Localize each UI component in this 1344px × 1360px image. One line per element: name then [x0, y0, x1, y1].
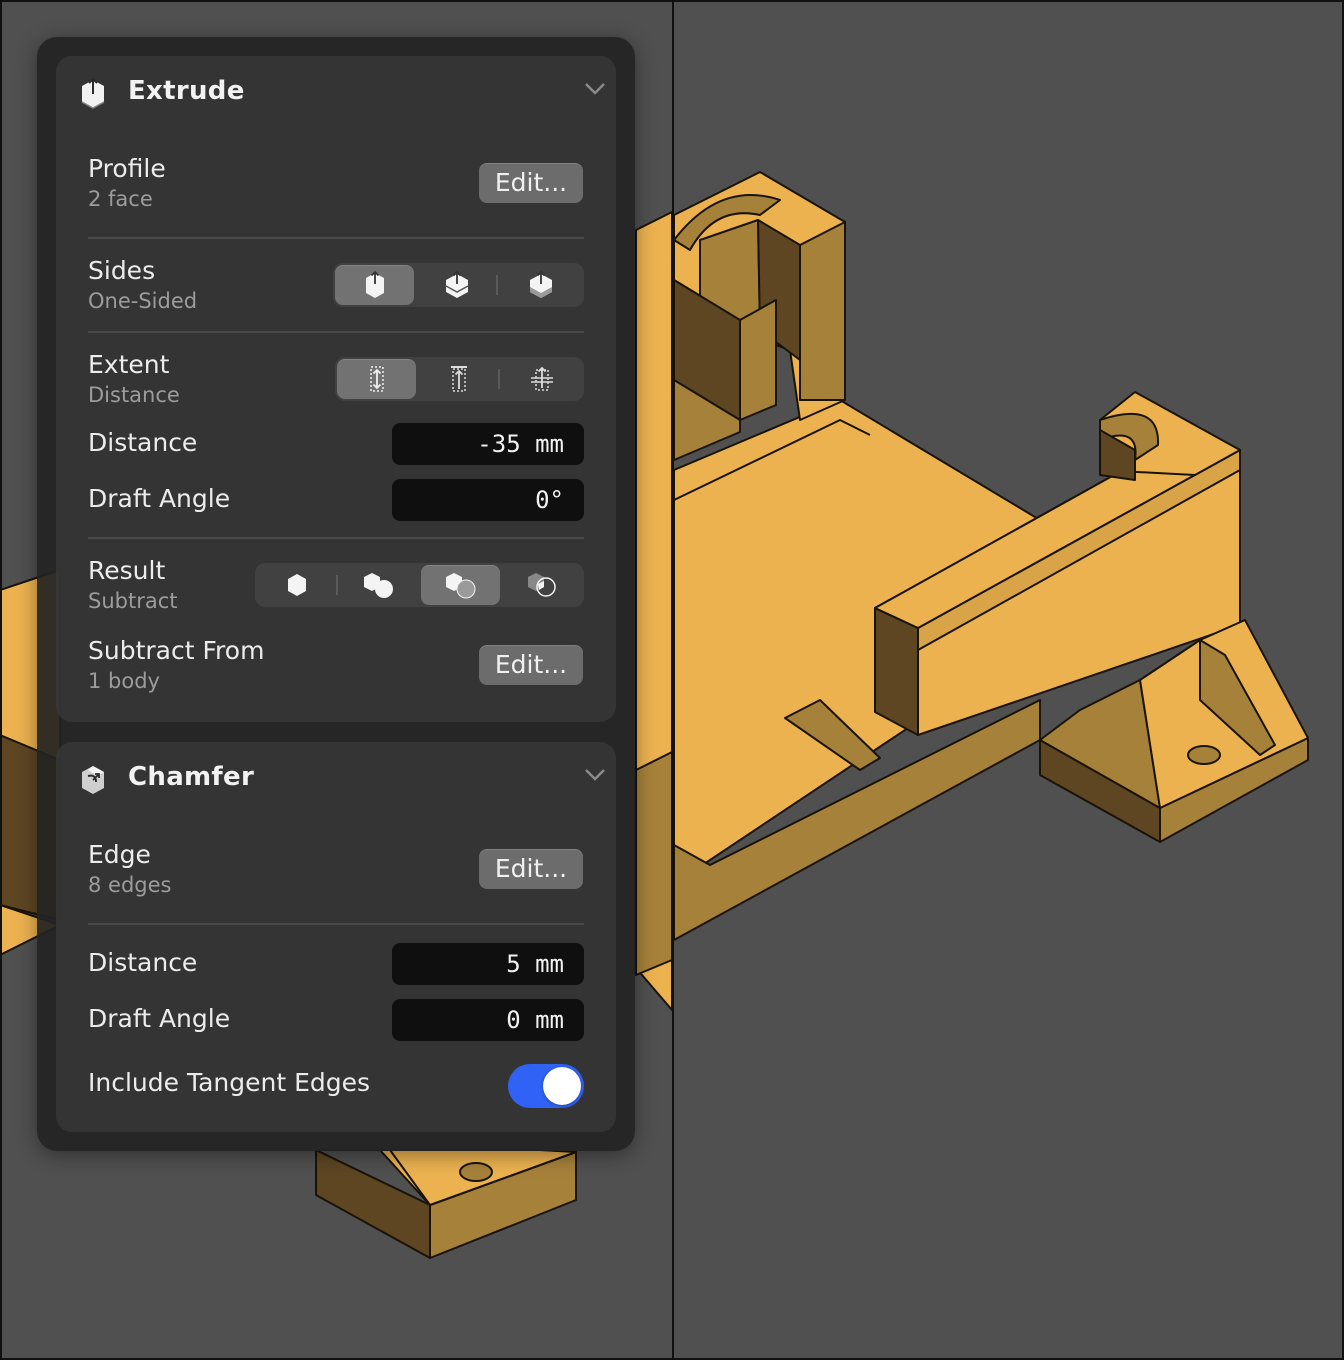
divider: [88, 537, 584, 539]
sides-sub: One-Sided: [88, 289, 198, 313]
result-segmented-control: [255, 563, 584, 607]
extent-segmented-control: [335, 357, 584, 401]
chamfer-icon: [82, 766, 104, 794]
subtract-icon[interactable]: [421, 565, 500, 605]
toggle-knob: [543, 1067, 581, 1105]
sides-label: Sides: [88, 256, 156, 285]
chamfer-distance-label: Distance: [88, 948, 198, 977]
subtract-from-edit-button[interactable]: Edit...: [479, 645, 583, 685]
include-tangent-toggle[interactable]: [508, 1064, 584, 1108]
extrude-icon: [81, 77, 105, 109]
divider: [88, 923, 584, 925]
distance-label: Distance: [88, 428, 198, 457]
distance-field[interactable]: -35 mm: [392, 423, 584, 465]
to-object-extent-icon[interactable]: [419, 359, 498, 399]
divider: [88, 331, 584, 333]
one-sided-icon[interactable]: [335, 265, 414, 305]
sides-segmented-control: [333, 263, 584, 307]
edge-sub: 8 edges: [88, 873, 172, 897]
chamfer-header[interactable]: Chamfer: [56, 742, 616, 816]
two-sided-icon[interactable]: [499, 265, 582, 305]
split-divider[interactable]: [672, 0, 674, 1360]
through-all-extent-icon[interactable]: [501, 359, 582, 399]
extent-sub: Distance: [88, 383, 180, 407]
profile-label: Profile: [88, 154, 166, 183]
extrude-section: Extrude Profile 2 face Edit... Sides One…: [56, 56, 616, 722]
include-tangent-label: Include Tangent Edges: [88, 1068, 371, 1097]
chamfer-distance-field[interactable]: 5 mm: [392, 943, 584, 985]
chamfer-draft-angle-field[interactable]: 0 mm: [392, 999, 584, 1041]
draft-angle-field[interactable]: 0°: [392, 479, 584, 521]
chamfer-draft-angle-label: Draft Angle: [88, 1004, 231, 1033]
profile-sub: 2 face: [88, 187, 153, 211]
chevron-down-icon[interactable]: [584, 768, 606, 782]
result-sub: Subtract: [88, 589, 178, 613]
divider: [88, 237, 584, 239]
chamfer-title: Chamfer: [128, 762, 255, 792]
draft-angle-label: Draft Angle: [88, 484, 231, 513]
extrude-header[interactable]: Extrude: [56, 56, 616, 130]
subtract-from-label: Subtract From: [88, 636, 265, 665]
extent-label: Extent: [88, 350, 170, 379]
profile-edit-button[interactable]: Edit...: [479, 163, 583, 203]
result-label: Result: [88, 556, 166, 585]
new-body-icon[interactable]: [257, 565, 336, 605]
segment-separator: [336, 575, 338, 595]
distance-extent-icon[interactable]: [337, 359, 416, 399]
symmetric-icon[interactable]: [417, 265, 496, 305]
chamfer-section: Chamfer Edge 8 edges Edit... Distance 5 …: [56, 742, 616, 1132]
edge-label: Edge: [88, 840, 151, 869]
join-icon[interactable]: [339, 565, 418, 605]
intersect-icon[interactable]: [503, 565, 582, 605]
edge-edit-button[interactable]: Edit...: [479, 849, 583, 889]
segment-separator: [496, 275, 498, 295]
extrude-title: Extrude: [128, 76, 245, 106]
subtract-from-sub: 1 body: [88, 669, 160, 693]
properties-panel: Extrude Profile 2 face Edit... Sides One…: [37, 37, 635, 1151]
segment-separator: [498, 369, 500, 389]
chevron-down-icon[interactable]: [584, 82, 606, 96]
